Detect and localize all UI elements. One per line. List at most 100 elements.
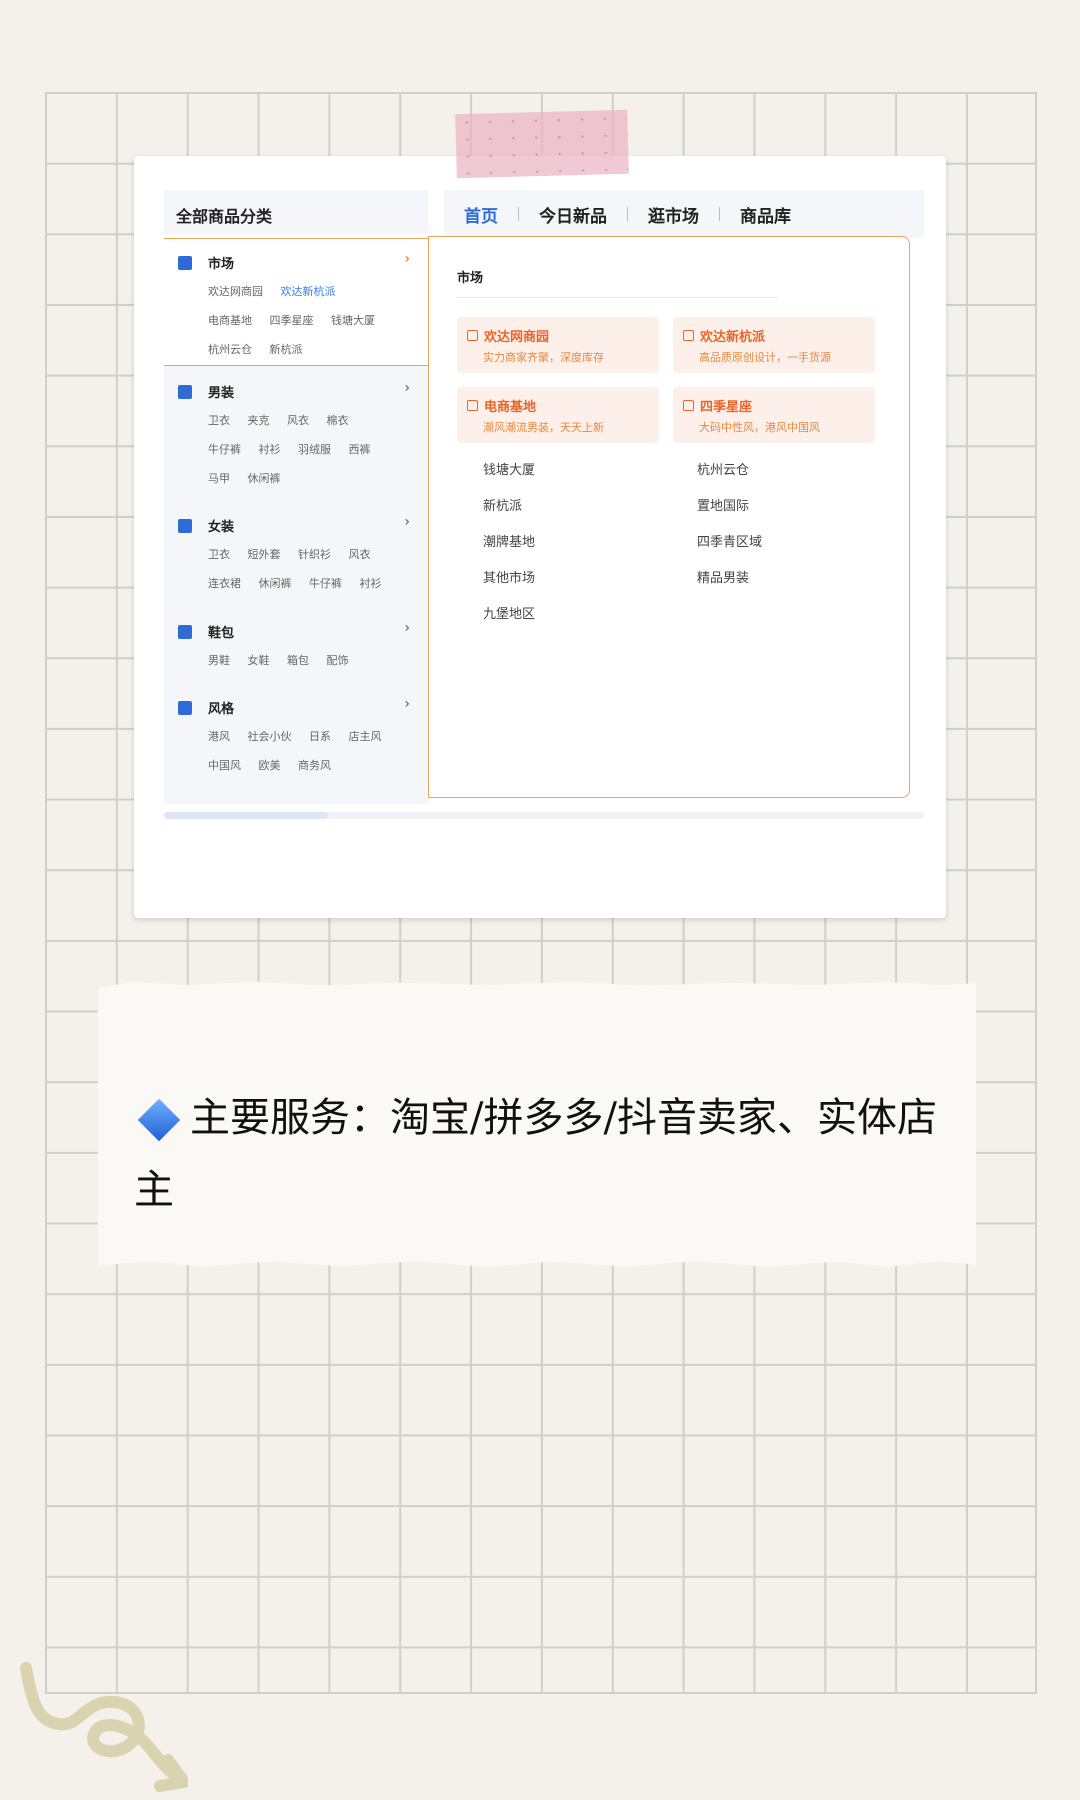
horizontal-scrollbar[interactable] [164, 812, 924, 819]
sidebar-section-title: 鞋包 [208, 626, 235, 641]
market-link[interactable]: 九堡地区 [483, 603, 535, 622]
sidebar-link[interactable]: 休闲裤 [248, 472, 281, 485]
sidebar-link[interactable]: 男鞋 [208, 654, 230, 667]
sidebar-link[interactable]: 欢达网商园 [208, 285, 263, 298]
market-link[interactable]: 四季青区域 [697, 531, 762, 550]
sidebar-link[interactable]: 风衣 [349, 548, 371, 561]
sidebar-row: 马甲 休闲裤 [208, 470, 295, 486]
sidebar-row: 欢达网商园 欢达新杭派 [208, 283, 350, 299]
market-link[interactable]: 其他市场 [483, 567, 535, 586]
sidebar-row: 连衣裙 休闲裤 牛仔裤 衬衫 [208, 575, 396, 591]
sidebar-section-title: 市场 [208, 257, 235, 272]
category-sidebar: 市场 › 欢达网商园 欢达新杭派 电商基地 四季星座 钱塘大厦 杭州云仓 新杭派… [164, 238, 428, 804]
featured-market-desc: 高品质原创设计，一手货源 [699, 351, 831, 364]
sidebar-section-header: 风格 [178, 698, 234, 717]
sidebar-row: 电商基地 四季星座 钱塘大厦 [208, 312, 389, 328]
market-link[interactable]: 新杭派 [483, 495, 522, 514]
sidebar-link[interactable]: 夹克 [248, 414, 270, 427]
sidebar-section-style[interactable]: 风格 › 港风 社会小伙 日系 店主风 中国风 欧美 商务风 [164, 684, 428, 788]
market-link[interactable]: 杭州云仓 [697, 459, 749, 478]
market-link[interactable]: 潮牌基地 [483, 531, 535, 550]
sidebar-row: 杭州云仓 新杭派 [208, 341, 317, 357]
sidebar-link[interactable]: 西裤 [349, 443, 371, 456]
sidebar-link[interactable]: 欧美 [259, 759, 281, 772]
sidebar-link[interactable]: 日系 [309, 730, 331, 743]
sidebar-link[interactable]: 配饰 [327, 654, 349, 667]
sidebar-link[interactable]: 羽绒服 [298, 443, 331, 456]
nav-tabs: 首页 今日新品 逛市场 商品库 [444, 190, 924, 238]
sidebar-section-header: 鞋包 [178, 622, 234, 641]
sidebar-section-menswear[interactable]: 男装 › 卫衣 夹克 风衣 棉衣 牛仔裤 衬衫 羽绒服 西裤 马甲 休闲裤 [164, 368, 428, 500]
sidebar-link[interactable]: 杭州云仓 [208, 343, 252, 356]
building-icon [467, 330, 478, 341]
sidebar-row: 卫衣 夹克 风衣 棉衣 [208, 412, 363, 428]
sidebar-link[interactable]: 欢达新杭派 [281, 285, 336, 298]
market-link[interactable]: 精品男装 [697, 567, 749, 586]
sidebar-link[interactable]: 棉衣 [327, 414, 349, 427]
sidebar-link[interactable]: 中国风 [208, 759, 241, 772]
sidebar-link[interactable]: 针织衫 [298, 548, 331, 561]
building-icon [683, 400, 694, 411]
chevron-right-icon: › [404, 696, 410, 712]
divider [457, 297, 777, 298]
shirt-icon [178, 384, 192, 399]
screenshot-card: 全部商品分类 首页 今日新品 逛市场 商品库 市场 › 欢达网商园 欢达新杭派 … [134, 156, 946, 918]
sidebar-link[interactable]: 钱塘大厦 [331, 314, 375, 327]
featured-market-card[interactable]: 欢达新杭派 高品质原创设计，一手货源 [673, 317, 875, 373]
building-icon [178, 255, 192, 270]
sidebar-link[interactable]: 马甲 [208, 472, 230, 485]
panel-title: 市场 [457, 271, 484, 286]
chevron-right-icon: › [404, 620, 410, 636]
dress-icon [178, 518, 192, 533]
sidebar-section-womenswear[interactable]: 女装 › 卫衣 短外套 针织衫 风衣 连衣裙 休闲裤 牛仔裤 衬衫 [164, 502, 428, 606]
sidebar-link[interactable]: 女鞋 [248, 654, 270, 667]
sidebar-link[interactable]: 四季星座 [270, 314, 314, 327]
sidebar-link[interactable]: 牛仔裤 [309, 577, 342, 590]
chevron-right-icon: › [404, 380, 410, 396]
sidebar-link[interactable]: 社会小伙 [248, 730, 292, 743]
featured-market-name: 电商基地 [484, 400, 537, 415]
featured-market-card[interactable]: 欢达网商园 实力商家齐聚，深度库存 [457, 317, 659, 373]
sidebar-link[interactable]: 卫衣 [208, 548, 230, 561]
sidebar-link[interactable]: 衬衫 [360, 577, 382, 590]
tab-home[interactable]: 首页 [444, 202, 518, 227]
market-link[interactable]: 钱塘大厦 [483, 459, 535, 478]
sidebar-link[interactable]: 牛仔裤 [208, 443, 241, 456]
sidebar-link[interactable]: 港风 [208, 730, 230, 743]
sidebar-link[interactable]: 衬衫 [259, 443, 281, 456]
featured-market-card[interactable]: 电商基地 潮风潮流男装，天天上新 [457, 387, 659, 443]
sidebar-link[interactable]: 连衣裙 [208, 577, 241, 590]
sidebar-link[interactable]: 短外套 [248, 548, 281, 561]
washi-tape [455, 109, 629, 179]
featured-market-name: 四季星座 [700, 400, 753, 415]
featured-market-card[interactable]: 四季星座 大码中性风，港风中国风 [673, 387, 875, 443]
sidebar-section-shoes-bags[interactable]: 鞋包 › 男鞋 女鞋 箱包 配饰 [164, 608, 428, 684]
tab-market[interactable]: 逛市场 [628, 202, 719, 227]
sidebar-link[interactable]: 箱包 [287, 654, 309, 667]
featured-market-name: 欢达网商园 [484, 330, 550, 345]
sidebar-section-title: 男装 [208, 386, 235, 401]
category-header: 全部商品分类 [164, 190, 428, 234]
market-dropdown-panel: 市场 欢达网商园 实力商家齐聚，深度库存 欢达新杭派 高品质原创设计，一手货源 … [428, 236, 910, 798]
tab-product-library[interactable]: 商品库 [720, 202, 811, 227]
chevron-right-icon: › [404, 251, 410, 267]
blue-diamond-icon [137, 1098, 181, 1142]
tab-new-today[interactable]: 今日新品 [519, 202, 627, 227]
sidebar-section-header: 市场 [178, 253, 234, 272]
market-link[interactable]: 置地国际 [697, 495, 749, 514]
sidebar-row: 卫衣 短外套 针织衫 风衣 [208, 546, 385, 562]
sidebar-link[interactable]: 店主风 [349, 730, 382, 743]
bookmark-icon [178, 700, 192, 715]
chevron-right-icon: › [404, 514, 410, 530]
sidebar-link[interactable]: 风衣 [287, 414, 309, 427]
sidebar-link[interactable]: 电商基地 [208, 314, 252, 327]
sidebar-link[interactable]: 卫衣 [208, 414, 230, 427]
sidebar-section-market[interactable]: 市场 › 欢达网商园 欢达新杭派 电商基地 四季星座 钱塘大厦 杭州云仓 新杭派 [164, 238, 428, 366]
shoe-icon [178, 624, 192, 639]
sidebar-link[interactable]: 休闲裤 [259, 577, 292, 590]
sidebar-link[interactable]: 商务风 [298, 759, 331, 772]
sidebar-section-header: 男装 [178, 382, 234, 401]
sidebar-link[interactable]: 新杭派 [270, 343, 303, 356]
scrollbar-thumb[interactable] [164, 812, 328, 819]
service-note: 主要服务：淘宝/拼多多/抖音卖家、实体店主 [134, 1082, 964, 1226]
